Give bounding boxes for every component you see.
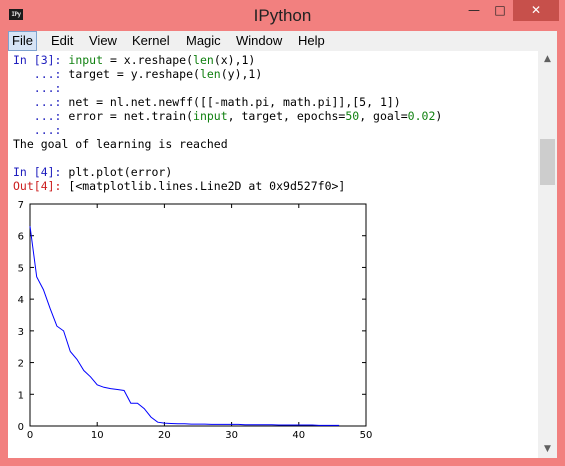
builtin-input: input (68, 53, 104, 67)
number-literal: 0.02 (407, 109, 436, 123)
error-line-chart: 0 10 20 30 40 50 0 1 2 3 4 5 6 7 (18, 200, 373, 441)
cell3-output: The goal of learning is reached (13, 137, 228, 151)
x-tick-label: 20 (158, 430, 171, 441)
cell4-output-line: Out[4]: [<matplotlib.lines.Line2D at 0x9… (13, 179, 345, 193)
builtin-len: len (199, 67, 221, 81)
cell3-line3[interactable]: ...: (13, 81, 68, 95)
y-tick-label: 6 (18, 232, 24, 243)
cell4-input-line[interactable]: In [4]: plt.plot(error) (13, 165, 172, 179)
cell3-line4[interactable]: ...: net = nl.net.newff([[-math.pi, math… (13, 95, 401, 109)
continuation-prompt: ...: (13, 109, 69, 123)
output-text: [<matplotlib.lines.Line2D at 0x9d527f0>] (68, 179, 346, 193)
code-text: , goal= (359, 109, 408, 123)
code-text: , target, epochs= (227, 109, 346, 123)
menu-edit[interactable]: Edit (48, 32, 76, 50)
in-prompt: In [4]: (13, 165, 69, 179)
code-text: ) (435, 109, 443, 123)
menu-view[interactable]: View (86, 32, 120, 50)
scroll-down-arrow-icon[interactable]: ▼ (538, 441, 557, 458)
continuation-prompt: ...: (13, 95, 69, 109)
x-tick-label: 0 (27, 430, 33, 441)
menu-magic[interactable]: Magic (183, 32, 224, 50)
code-text: (x),1) (213, 53, 256, 67)
menu-window[interactable]: Window (233, 32, 285, 50)
menu-bar: File Edit View Kernel Magic Window Help (8, 31, 557, 51)
continuation-prompt: ...: (13, 67, 69, 81)
maximize-button[interactable]: □ (487, 0, 513, 21)
cell3-line6[interactable]: ...: (13, 123, 68, 137)
menu-kernel[interactable]: Kernel (129, 32, 173, 50)
code-text: plt.plot(error) (68, 165, 173, 179)
ipython-window: IPy IPython — □ ✕ File Edit View Kernel … (0, 0, 565, 466)
y-tick-label: 7 (18, 200, 24, 211)
menu-help[interactable]: Help (295, 32, 328, 50)
x-tick-label: 50 (360, 430, 373, 441)
minimize-button[interactable]: — (461, 0, 487, 21)
vertical-scrollbar[interactable]: ▲ ▼ (538, 51, 557, 458)
code-text: (y),1) (220, 67, 263, 81)
continuation-prompt: ...: (13, 123, 69, 137)
y-tick-label: 5 (18, 263, 24, 274)
x-tick-label: 40 (292, 430, 305, 441)
y-tick-label: 0 (18, 422, 24, 433)
builtin-len: len (193, 53, 214, 67)
cell3-line1[interactable]: In [3]: input = x.reshape(len(x),1) (13, 53, 255, 67)
y-tick-label: 3 (18, 327, 24, 338)
x-tick-label: 30 (225, 430, 238, 441)
builtin-input: input (193, 109, 228, 123)
y-tick-label: 1 (18, 390, 24, 401)
y-tick-label: 2 (18, 359, 24, 370)
console-area[interactable]: In [3]: input = x.reshape(len(x),1) ...:… (8, 51, 538, 458)
number-literal: 50 (345, 109, 360, 123)
code-text: net = nl.net.newff([[-math.pi, math.pi]]… (68, 95, 401, 109)
continuation-prompt: ...: (13, 81, 69, 95)
y-tick-label: 4 (18, 295, 24, 306)
out-prompt: Out[4]: (13, 179, 69, 193)
scroll-up-arrow-icon[interactable]: ▲ (538, 51, 557, 68)
scrollbar-thumb[interactable] (540, 139, 555, 185)
in-prompt: In [3]: (13, 53, 69, 67)
close-button[interactable]: ✕ (513, 0, 559, 21)
x-tick-label: 10 (91, 430, 104, 441)
cell3-line5[interactable]: ...: error = net.train(input, target, ep… (13, 109, 443, 123)
plot-frame (29, 203, 367, 427)
code-text: target = y.reshape( (68, 67, 200, 81)
code-text: = x.reshape( (103, 53, 194, 67)
code-text: error = net.train( (68, 109, 194, 123)
title-bar[interactable]: IPy IPython — □ ✕ (0, 0, 565, 31)
cell3-line2[interactable]: ...: target = y.reshape(len(y),1) (13, 67, 263, 81)
menu-file[interactable]: File (8, 31, 37, 51)
